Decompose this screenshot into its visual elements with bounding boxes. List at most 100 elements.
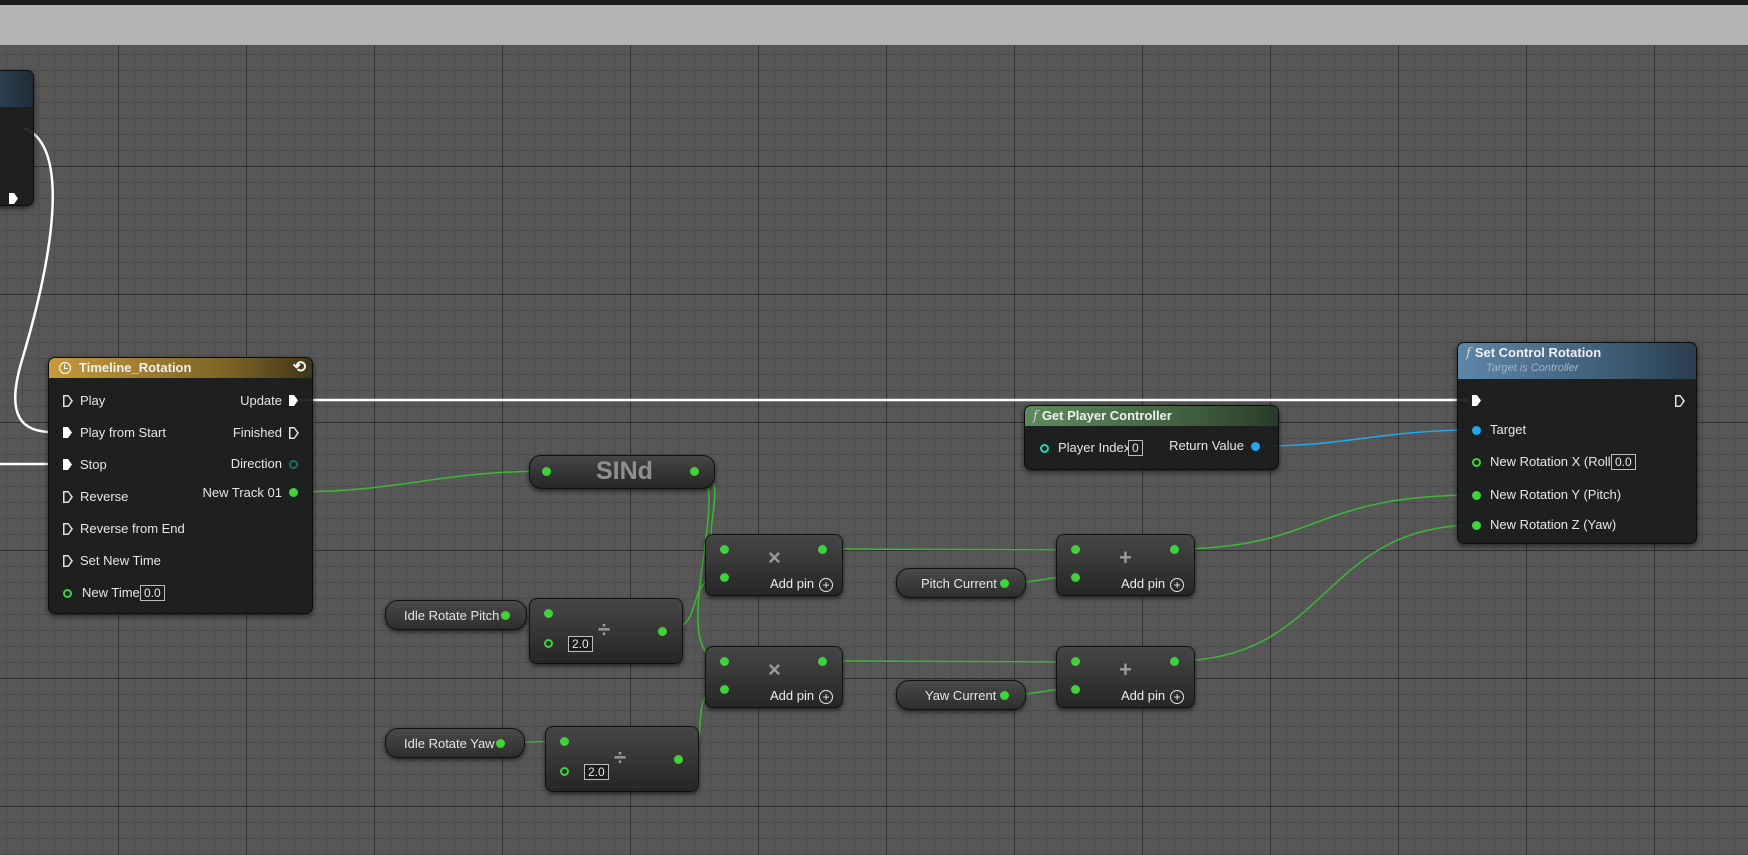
add-icon: +	[1119, 545, 1132, 570]
circle-plus-icon: +	[1170, 690, 1185, 704]
float-wire-track-to-sin	[292, 470, 550, 493]
divide-icon: ÷	[598, 617, 611, 642]
divide-pitch-input-b-pin[interactable]	[544, 639, 553, 648]
yaw-current-out-pin[interactable]	[1000, 691, 1009, 700]
divide-yaw-output-pin[interactable]	[674, 755, 683, 764]
idle-rotate-yaw-out-pin[interactable]	[496, 739, 505, 748]
reverse-label: Reverse	[80, 489, 129, 504]
add-yaw-add-pin-button[interactable]: Add pin +	[1121, 688, 1185, 704]
add-pitch-node[interactable]: + Add pin +	[1056, 534, 1195, 596]
add-pitch-input-a-pin[interactable]	[1071, 545, 1080, 554]
multiply-pitch-input-a-pin[interactable]	[720, 545, 729, 554]
get-player-controller-header: f Get Player Controller	[1025, 406, 1278, 426]
stop-label: Stop	[80, 457, 107, 472]
object-wire-controller-to-target	[1261, 429, 1477, 447]
divide-yaw-input-b-pin[interactable]	[560, 767, 569, 776]
set-control-rotation-node[interactable]: f Set Control Rotation Target is Controll…	[1457, 342, 1697, 544]
add-pin-label: Add pin	[770, 688, 815, 703]
clock-icon	[59, 362, 71, 374]
roll-value-input[interactable]: 0.0	[1611, 454, 1636, 470]
add-pitch-add-pin-button[interactable]: Add pin +	[1121, 576, 1185, 592]
sin-degrees-node[interactable]: SINd	[529, 455, 715, 489]
loop-icon: ⟲	[292, 359, 306, 376]
multiply-yaw-node[interactable]: × Add pin +	[705, 646, 843, 708]
divide-yaw-value-input[interactable]: 2.0	[584, 764, 609, 780]
new-time-float-pin[interactable]	[63, 589, 72, 598]
roll-float-pin[interactable]	[1472, 458, 1481, 467]
yaw-current-label: Yaw Current	[925, 688, 997, 703]
add-pin-label: Add pin	[770, 576, 815, 591]
multiply-pitch-input-b-pin[interactable]	[720, 573, 729, 582]
yaw-current-variable[interactable]: Yaw Current	[896, 680, 1026, 710]
circle-plus-icon: +	[819, 690, 834, 704]
new-track-float-pin[interactable]	[289, 488, 298, 497]
set-control-rotation-subtitle: Target is Controller	[1486, 362, 1579, 374]
timeline-rotation-node[interactable]: Timeline_Rotation ⟲ Play Play from Start…	[48, 357, 313, 614]
add-yaw-input-a-pin[interactable]	[1071, 657, 1080, 666]
play-from-start-label: Play from Start	[80, 425, 166, 440]
pitch-current-out-pin[interactable]	[1000, 579, 1009, 588]
idle-rotate-pitch-variable[interactable]: Idle Rotate Pitch	[385, 600, 527, 630]
event-node-header	[0, 71, 33, 107]
get-player-controller-node[interactable]: f Get Player Controller Player Index 0 Re…	[1024, 405, 1279, 470]
function-icon: f	[1466, 346, 1471, 361]
divide-pitch-output-pin[interactable]	[658, 627, 667, 636]
add-pin-label: Add pin	[1121, 576, 1166, 591]
sin-output-pin[interactable]	[690, 467, 699, 476]
yaw-label: New Rotation Z (Yaw)	[1490, 517, 1617, 532]
multiply-pitch-node[interactable]: × Add pin +	[705, 534, 843, 596]
player-index-int-pin[interactable]	[1040, 444, 1049, 453]
float-wire-mul-pitch-to-add	[821, 548, 1076, 551]
add-pitch-output-pin[interactable]	[1170, 545, 1179, 554]
multiply-pitch-add-pin-button[interactable]: Add pin +	[770, 576, 834, 592]
yaw-float-pin[interactable]	[1472, 521, 1481, 530]
player-index-value-input[interactable]: 0	[1128, 440, 1143, 456]
return-value-label: Return Value	[1169, 438, 1244, 453]
sin-input-pin[interactable]	[542, 467, 551, 476]
divide-pitch-value-input[interactable]: 2.0	[568, 636, 593, 652]
multiply-pitch-output-pin[interactable]	[818, 545, 827, 554]
set-new-time-label: Set New Time	[80, 553, 161, 568]
multiply-yaw-output-pin[interactable]	[818, 657, 827, 666]
multiply-yaw-input-b-pin[interactable]	[720, 685, 729, 694]
direction-enum-pin[interactable]	[289, 460, 298, 469]
return-value-object-pin[interactable]	[1251, 442, 1260, 451]
add-yaw-output-pin[interactable]	[1170, 657, 1179, 666]
add-pitch-input-b-pin[interactable]	[1071, 573, 1080, 582]
circle-plus-icon: +	[1170, 578, 1185, 592]
direction-label: Direction	[230, 456, 282, 471]
new-track-label: New Track 01	[202, 485, 282, 500]
pitch-current-label: Pitch Current	[921, 576, 997, 591]
divide-icon: ÷	[614, 745, 627, 770]
update-label: Update	[240, 393, 282, 408]
get-player-controller-title: Get Player Controller	[1041, 408, 1172, 423]
idle-rotate-yaw-variable[interactable]: Idle Rotate Yaw	[385, 728, 525, 758]
pitch-label: New Rotation Y (Pitch)	[1490, 487, 1622, 502]
add-icon: +	[1119, 657, 1132, 682]
idle-rotate-pitch-out-pin[interactable]	[501, 611, 510, 620]
divide-pitch-node[interactable]: 2.0 ÷	[529, 598, 683, 664]
pitch-current-variable[interactable]: Pitch Current	[896, 568, 1026, 598]
divide-yaw-node[interactable]: 2.0 ÷	[545, 726, 699, 792]
target-label: Target	[1490, 422, 1527, 437]
idle-rotate-pitch-label: Idle Rotate Pitch	[404, 608, 500, 623]
player-index-label: Player Index	[1058, 440, 1131, 455]
timeline-node-header: Timeline_Rotation ⟲	[49, 358, 312, 378]
float-wire-mul-yaw-to-add	[821, 660, 1076, 663]
add-pin-label: Add pin	[1121, 688, 1166, 703]
add-yaw-input-b-pin[interactable]	[1071, 685, 1080, 694]
set-control-rotation-title: Set Control Rotation	[1474, 345, 1602, 360]
timeline-title: Timeline_Rotation	[79, 360, 192, 375]
divide-yaw-input-a-pin[interactable]	[560, 737, 569, 746]
set-control-rotation-header: f Set Control Rotation Target is Controll…	[1458, 343, 1696, 379]
divide-pitch-input-a-pin[interactable]	[544, 609, 553, 618]
multiply-yaw-input-a-pin[interactable]	[720, 657, 729, 666]
add-yaw-node[interactable]: + Add pin +	[1056, 646, 1195, 708]
roll-label: New Rotation X (Roll)	[1490, 454, 1615, 469]
pitch-float-pin[interactable]	[1472, 491, 1481, 500]
new-time-value-input[interactable]: 0.0	[140, 585, 165, 601]
target-object-pin[interactable]	[1472, 426, 1481, 435]
event-node-partial[interactable]	[0, 70, 34, 206]
multiply-yaw-add-pin-button[interactable]: Add pin +	[770, 688, 834, 704]
float-wire-add-yaw-to-set	[1173, 524, 1477, 662]
